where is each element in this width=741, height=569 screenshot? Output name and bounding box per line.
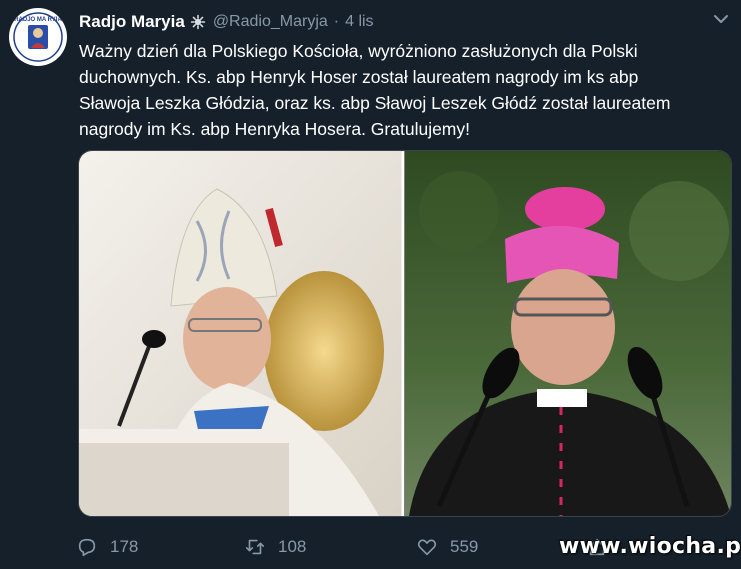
- like-count: 559: [450, 537, 479, 556]
- tweet-text-line: Sławoja Leszka Głódzia, oraz ks. abp Sła…: [79, 93, 671, 113]
- author-avatar[interactable]: RADJO MA RYIA: [9, 8, 67, 66]
- tweet-timestamp[interactable]: 4 lis: [345, 13, 373, 31]
- retweet-icon: [245, 539, 265, 555]
- author-name[interactable]: Radjo Maryia: [79, 12, 185, 32]
- separator-dot: ·: [333, 13, 340, 30]
- verified-badge-icon: [190, 14, 206, 30]
- tweet-media[interactable]: [78, 150, 732, 517]
- tweet-text-line: nagrody im Ks. abp Henryka Hosera. Gratu…: [79, 119, 470, 139]
- tweet-text-line: duchownych. Ks. abp Henryk Hoser został …: [79, 67, 639, 87]
- chevron-down-icon[interactable]: [712, 10, 730, 28]
- tweet-header: Radjo Maryia @Radio_Maryja · 4 lis: [79, 12, 374, 32]
- photo-archbishop-hoser[interactable]: [79, 151, 402, 516]
- photo-archbishop-glodz[interactable]: [405, 151, 731, 516]
- logo-lettering: RADJO MA RYIA: [14, 17, 62, 23]
- heart-icon: [417, 539, 437, 556]
- retweet-count: 108: [278, 537, 307, 556]
- reply-button[interactable]: 178: [76, 536, 138, 558]
- like-button[interactable]: 559: [416, 536, 478, 558]
- radio-maryja-logo: RADJO MA RYIA: [10, 9, 66, 65]
- watermark: www.wiocha.pl: [559, 534, 741, 559]
- reply-count: 178: [110, 537, 139, 556]
- tweet-text-line: Ważny dzień dla Polskiego Kościoła, wyró…: [79, 41, 638, 61]
- reply-icon: [78, 538, 96, 557]
- tweet-text: Ważny dzień dla Polskiego Kościoła, wyró…: [79, 38, 719, 142]
- author-handle[interactable]: @Radio_Maryja: [213, 13, 328, 31]
- retweet-button[interactable]: 108: [244, 536, 306, 558]
